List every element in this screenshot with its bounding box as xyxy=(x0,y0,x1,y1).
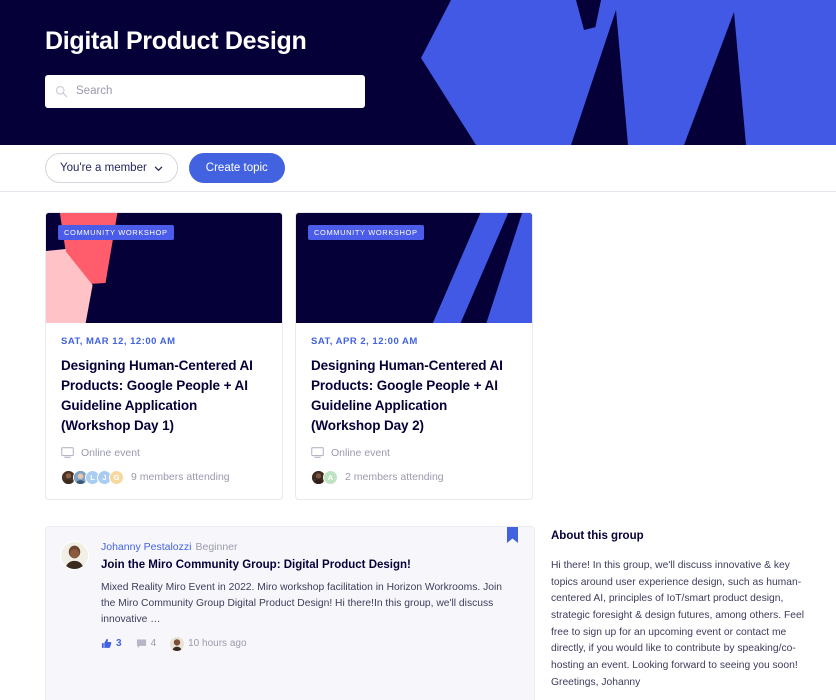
event-location: Online event xyxy=(61,447,267,459)
event-card[interactable]: COMMUNITY WORKSHOP SAT, APR 2, 12:00 AM … xyxy=(295,212,533,500)
like-button[interactable]: 3 xyxy=(101,638,122,649)
comment-icon xyxy=(136,639,146,649)
avatar xyxy=(60,540,89,570)
thumbs-up-icon xyxy=(101,639,112,649)
comment-count: 4 xyxy=(150,638,157,650)
avatar-initial: G xyxy=(113,472,120,482)
lower-section: Johanny Pestalozzi Beginner Join the Miro… xyxy=(0,500,836,700)
avatar-stack: L J G xyxy=(61,469,124,485)
post-title[interactable]: Join the Miro Community Group: Digital P… xyxy=(101,558,518,573)
avatar-initial: L xyxy=(90,472,95,482)
post-card[interactable]: Johanny Pestalozzi Beginner Join the Miro… xyxy=(45,525,535,700)
event-attendees: A 2 members attending xyxy=(311,469,517,485)
group-toolbar: You're a member Create topic xyxy=(0,145,836,192)
search-box[interactable] xyxy=(45,74,365,108)
search-icon xyxy=(55,85,68,97)
post-author-rank: Beginner xyxy=(195,540,238,553)
page-title: Digital Product Design xyxy=(45,27,307,55)
event-cover-image: COMMUNITY WORKSHOP xyxy=(46,213,282,323)
hero-banner: Digital Product Design xyxy=(0,0,836,145)
comment-button[interactable]: 4 xyxy=(136,638,157,650)
event-date: SAT, MAR 12, 12:00 AM xyxy=(61,336,176,347)
membership-label: You're a member xyxy=(60,162,147,174)
post-timestamp-group: 10 hours ago xyxy=(170,636,247,651)
event-cover-image: COMMUNITY WORKSHOP xyxy=(296,213,532,323)
create-topic-button[interactable]: Create topic xyxy=(188,153,285,183)
event-tag: COMMUNITY WORKSHOP xyxy=(308,225,424,240)
event-card[interactable]: COMMUNITY WORKSHOP SAT, MAR 12, 12:00 AM… xyxy=(45,212,283,500)
attendees-count: 9 members attending xyxy=(131,471,230,484)
avatar-stack: A xyxy=(311,469,338,485)
avatar: G xyxy=(109,469,124,485)
post-timestamp: 10 hours ago xyxy=(188,638,247,650)
event-title: Designing Human-Centered AI Products: Go… xyxy=(61,358,253,433)
event-tag: COMMUNITY WORKSHOP xyxy=(58,225,174,240)
post-author-row: Johanny Pestalozzi Beginner xyxy=(101,541,518,553)
about-heading: About this group xyxy=(551,529,644,542)
membership-dropdown[interactable]: You're a member xyxy=(45,153,178,183)
search-input[interactable] xyxy=(76,85,355,97)
avatar-initial: J xyxy=(102,472,107,482)
post-author[interactable]: Johanny Pestalozzi xyxy=(101,541,191,553)
like-count: 3 xyxy=(116,638,122,650)
avatar xyxy=(170,636,185,651)
avatar-initial: A xyxy=(327,472,334,482)
event-attendees: L J G 9 members attending xyxy=(61,469,267,485)
avatar: A xyxy=(323,469,338,485)
event-cards-row: COMMUNITY WORKSHOP SAT, MAR 12, 12:00 AM… xyxy=(0,192,836,500)
bookmark-icon[interactable] xyxy=(507,526,518,543)
avatar-photo xyxy=(61,541,88,569)
event-location-label: Online event xyxy=(331,446,390,459)
about-group-panel: About this group Hi there! In this group… xyxy=(551,526,806,700)
chevron-down-icon xyxy=(154,166,163,171)
monitor-icon xyxy=(311,447,324,459)
event-date: SAT, APR 2, 12:00 AM xyxy=(311,336,418,347)
monitor-icon xyxy=(61,447,74,459)
event-location: Online event xyxy=(311,447,517,459)
post-excerpt: Mixed Reality Miro Event in 2022. Miro w… xyxy=(101,581,502,625)
attendees-count: 2 members attending xyxy=(345,471,444,484)
about-body: Hi there! In this group, we'll discuss i… xyxy=(551,559,804,688)
avatar-photo xyxy=(170,636,185,651)
post-actions: 3 4 10 hours ago xyxy=(101,636,518,651)
event-title: Designing Human-Centered AI Products: Go… xyxy=(311,358,503,433)
event-location-label: Online event xyxy=(81,446,140,459)
